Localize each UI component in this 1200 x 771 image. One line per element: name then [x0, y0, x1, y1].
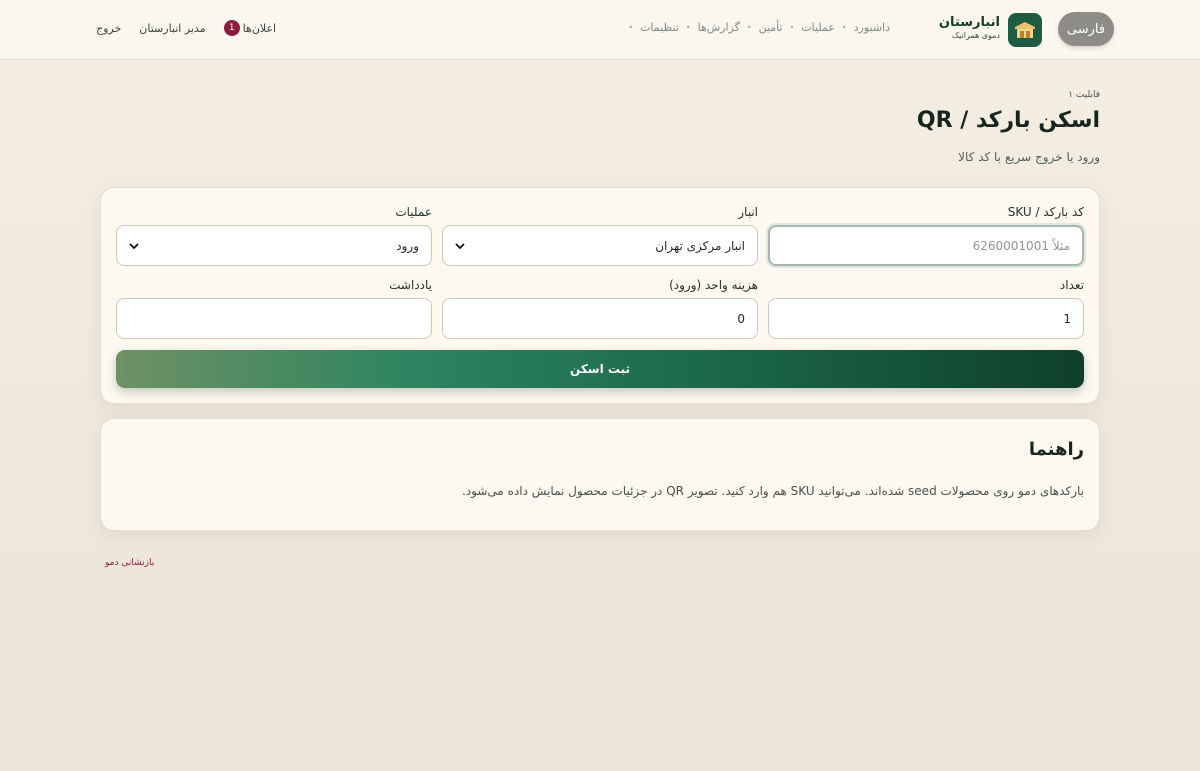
- guide-title: راهنما: [1028, 439, 1084, 460]
- main-nav: داشبورد • عملیات • تأمین • گزارش‌ها • تن…: [621, 21, 890, 34]
- user-area: اعلان‌ها 1 مدیر انبارستان خروج: [96, 20, 276, 36]
- guide-card: راهنما بارکدهای دمو روی محصولات seed شده…: [100, 418, 1100, 531]
- operation-select[interactable]: ورود: [116, 225, 432, 266]
- note-field: یادداشت: [116, 278, 432, 339]
- nav-label: تنظیمات: [640, 21, 679, 34]
- scan-form-card: کد بارکد / SKU مثلاً 6260001001 انبار ان…: [100, 187, 1100, 404]
- top-bar: فارسی انبارستان دموی همراتیک داشبورد • ع…: [0, 0, 1200, 60]
- brand-name: انبارستان: [938, 15, 1000, 30]
- chevron-down-icon: [455, 241, 465, 251]
- quantity-field: تعداد 1: [768, 278, 1084, 339]
- nav-item-settings[interactable]: • تنظیمات •: [621, 21, 697, 34]
- quantity-value: 1: [1063, 311, 1071, 326]
- nav-label: تأمین: [758, 21, 783, 34]
- unit-cost-value: 0: [737, 311, 745, 326]
- dot-icon: •: [628, 23, 634, 32]
- warehouse-select[interactable]: انبار مرکزی تهران: [442, 225, 758, 266]
- operation-field: عملیات ورود: [116, 205, 432, 266]
- language-button[interactable]: فارسی: [1058, 12, 1114, 46]
- user-name[interactable]: مدیر انبارستان: [139, 22, 205, 35]
- nav-item-dashboard[interactable]: داشبورد: [854, 21, 890, 34]
- quantity-input[interactable]: 1: [768, 298, 1084, 339]
- reset-demo-link[interactable]: بازنشانی دمو: [105, 558, 154, 568]
- barcode-field: کد بارکد / SKU مثلاً 6260001001: [768, 205, 1084, 266]
- chevron-down-icon: [129, 241, 139, 251]
- operation-label: عملیات: [395, 205, 432, 219]
- dot-icon: •: [789, 23, 795, 32]
- warehouse-label: انبار: [738, 205, 758, 219]
- nav-label: گزارش‌ها: [697, 21, 740, 34]
- dot-icon: •: [841, 23, 847, 32]
- nav-item-operations[interactable]: • عملیات: [801, 21, 853, 34]
- barcode-placeholder: مثلاً 6260001001: [972, 238, 1070, 253]
- unit-cost-field: هزینه واحد (ورود) 0: [442, 278, 758, 339]
- nav-item-reports[interactable]: • گزارش‌ها: [698, 21, 759, 34]
- note-input[interactable]: [116, 298, 432, 339]
- brand[interactable]: انبارستان دموی همراتیک: [939, 15, 1000, 41]
- nav-label: عملیات: [801, 21, 835, 34]
- nav-item-supply[interactable]: • تأمین: [759, 21, 802, 34]
- page-title: اسکن بارکد / QR: [916, 108, 1100, 133]
- note-label: یادداشت: [389, 278, 432, 292]
- guide-text: بارکدهای دمو روی محصولات seed شده‌اند. م…: [462, 484, 1084, 498]
- feature-eyebrow: قابلیت ۱: [1068, 90, 1100, 100]
- dot-icon: •: [746, 23, 752, 32]
- page-subtitle: ورود یا خروج سریع با کد کالا: [958, 150, 1100, 164]
- warehouse-field: انبار انبار مرکزی تهران: [442, 205, 758, 266]
- dot-icon: •: [685, 23, 691, 32]
- unit-cost-label: هزینه واحد (ورود): [669, 278, 758, 292]
- logout-link[interactable]: خروج: [96, 22, 121, 35]
- unit-cost-input[interactable]: 0: [442, 298, 758, 339]
- warehouse-logo-icon[interactable]: [1008, 13, 1042, 47]
- notification-count-badge: 1: [223, 20, 240, 36]
- warehouse-value: انبار مرکزی تهران: [655, 238, 745, 253]
- notifications-label: اعلان‌ها: [242, 21, 277, 35]
- notifications-link[interactable]: اعلان‌ها 1: [223, 20, 277, 36]
- barcode-input[interactable]: مثلاً 6260001001: [768, 225, 1084, 266]
- quantity-label: تعداد: [1059, 278, 1084, 292]
- operation-value: ورود: [396, 238, 419, 253]
- submit-scan-button[interactable]: ثبت اسکن: [116, 350, 1084, 388]
- brand-subtitle: دموی همراتیک: [951, 31, 1000, 40]
- barcode-label: کد بارکد / SKU: [1007, 205, 1084, 219]
- nav-label: داشبورد: [853, 21, 890, 34]
